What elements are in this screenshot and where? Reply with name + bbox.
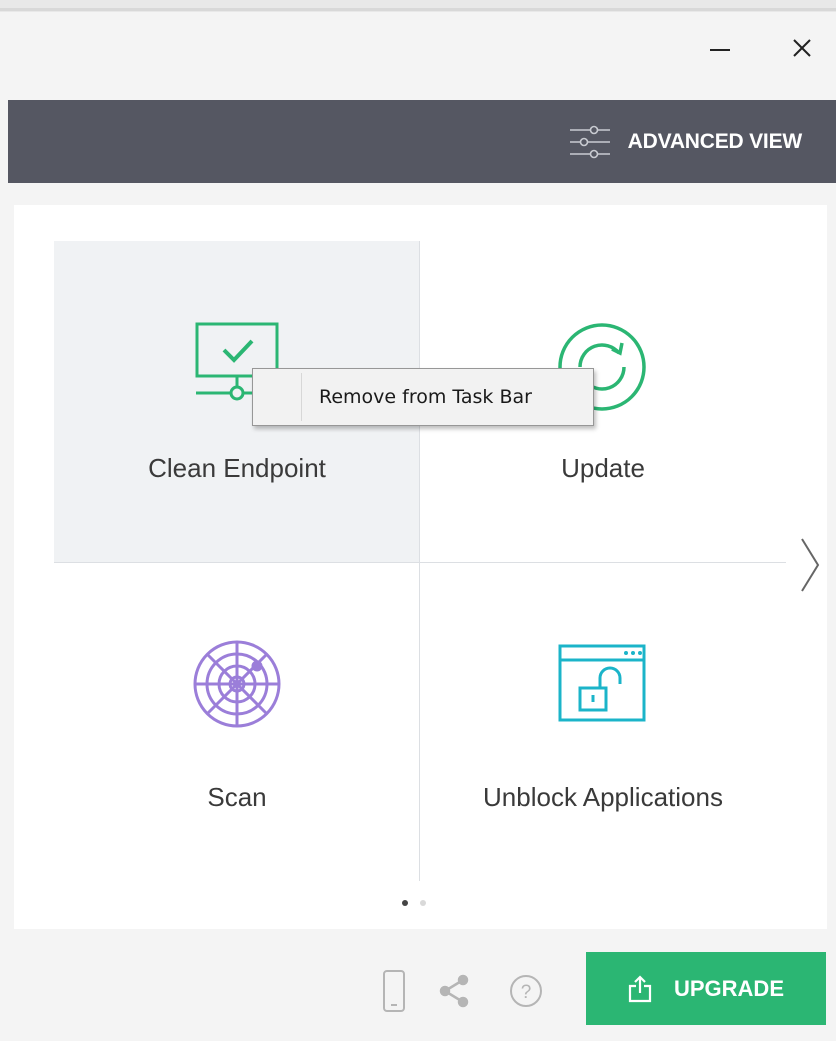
- next-page-button[interactable]: [794, 535, 824, 595]
- menu-item-remove-from-task-bar[interactable]: Remove from Task Bar: [254, 372, 590, 422]
- context-menu: Remove from Task Bar: [252, 368, 594, 426]
- minimize-icon: [710, 49, 730, 51]
- help-button[interactable]: ?: [506, 966, 546, 1016]
- close-button[interactable]: [782, 28, 822, 68]
- help-icon: ?: [510, 975, 542, 1007]
- unlock-window-icon: [558, 644, 646, 722]
- grid-divider-vertical: [419, 241, 420, 881]
- tile-label: Unblock Applications: [483, 782, 723, 812]
- page-indicator: [402, 900, 426, 906]
- menu-item-label: Remove from Task Bar: [319, 386, 532, 408]
- advanced-view-button[interactable]: ADVANCED VIEW: [568, 100, 802, 183]
- bottom-bar: ? UPGRADE: [0, 930, 836, 1041]
- task-panel: Clean Endpoint Update Scan Unblock Appli…: [14, 205, 827, 929]
- tile-unblock-applications[interactable]: Unblock Applications: [420, 562, 786, 892]
- close-icon: [793, 39, 811, 57]
- share-icon: [439, 974, 469, 1008]
- upload-icon: [628, 974, 652, 1002]
- sliders-icon: [569, 125, 610, 158]
- upgrade-label: UPGRADE: [673, 975, 784, 1001]
- upgrade-button[interactable]: UPGRADE: [586, 952, 826, 1025]
- tile-scan[interactable]: Scan: [54, 562, 420, 892]
- tile-label: Clean Endpoint: [148, 453, 326, 483]
- title-bar: [0, 12, 836, 100]
- header-toolbar: ADVANCED VIEW: [8, 100, 836, 183]
- chevron-right-icon: [801, 538, 820, 592]
- svg-text:?: ?: [521, 982, 532, 1003]
- share-button[interactable]: [434, 966, 474, 1016]
- tile-label: Scan: [207, 782, 267, 812]
- grid-divider-horizontal: [54, 562, 786, 563]
- mobile-icon: [383, 970, 405, 1012]
- mobile-button[interactable]: [374, 966, 414, 1016]
- radar-icon: [193, 640, 281, 728]
- advanced-view-label: ADVANCED VIEW: [627, 129, 803, 153]
- window-top-border: [0, 0, 836, 12]
- page-dot-2[interactable]: [420, 900, 426, 906]
- tile-label: Update: [561, 453, 645, 483]
- minimize-button[interactable]: [700, 28, 740, 68]
- page-dot-1[interactable]: [402, 900, 408, 906]
